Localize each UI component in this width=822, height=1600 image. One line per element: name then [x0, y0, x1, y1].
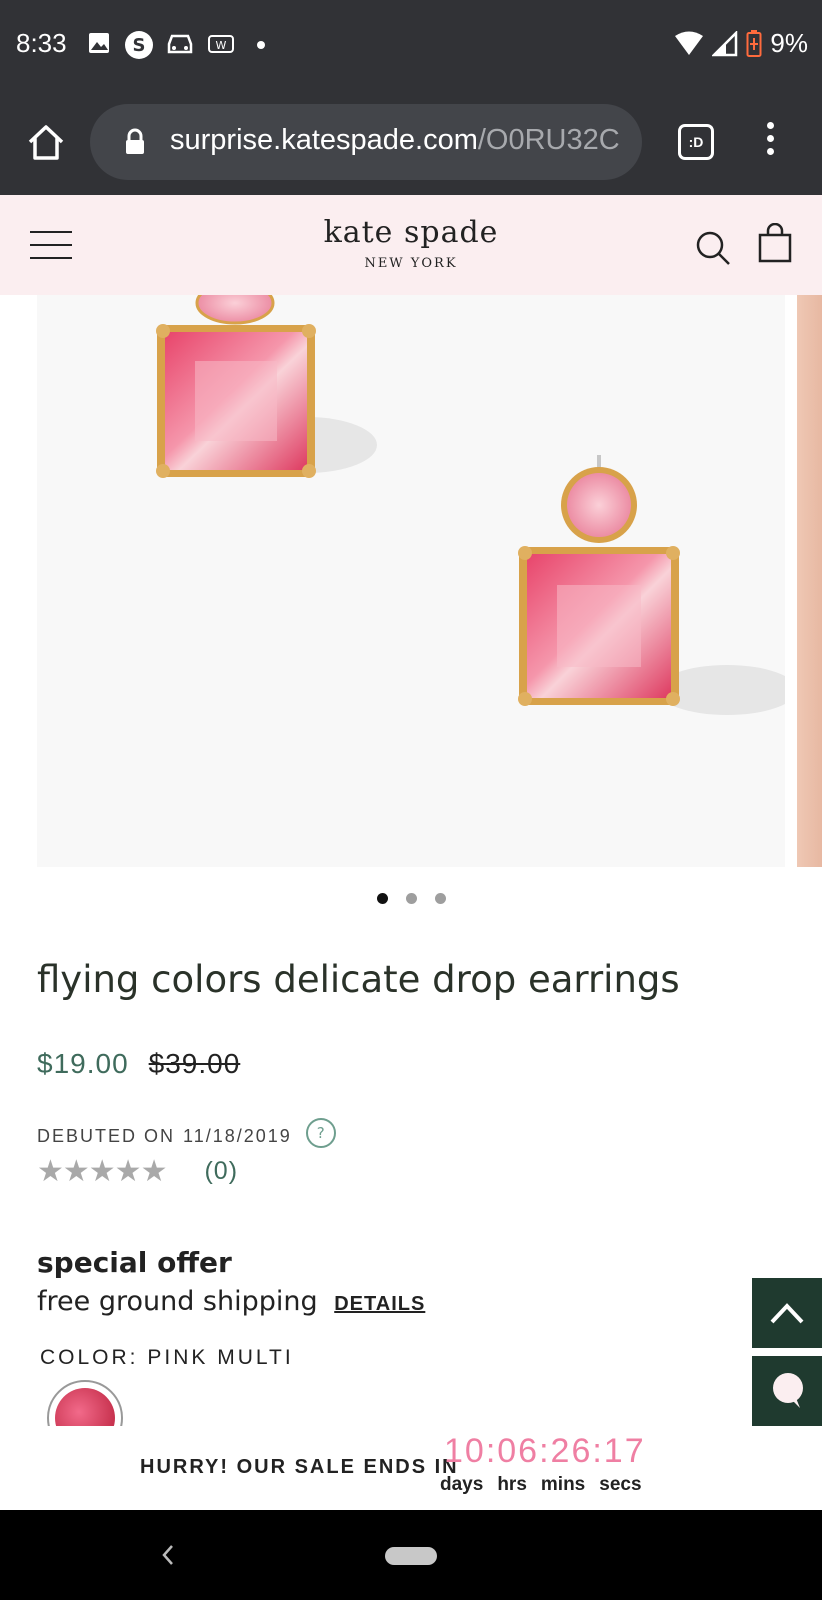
chevron-up-icon — [770, 1303, 804, 1324]
carousel-dot-2[interactable] — [405, 893, 417, 904]
rating-row[interactable]: ★★★★★ (0) — [37, 1154, 238, 1189]
signal-icon — [712, 30, 738, 56]
original-price: $39.00 — [148, 1048, 241, 1079]
tab-switcher-button[interactable]: :D — [678, 124, 714, 160]
countdown-label-secs: secs — [599, 1474, 642, 1495]
url-host: surprise.katespade.com — [170, 124, 478, 156]
svg-text:S: S — [133, 35, 146, 56]
countdown-label-hrs: hrs — [497, 1474, 527, 1495]
dot-icon — [257, 41, 265, 49]
countdown-labels: days hrs mins secs — [440, 1474, 656, 1496]
earrings-illustration — [156, 295, 785, 715]
svg-text:W: W — [216, 39, 227, 52]
offer-title: special offer — [37, 1246, 232, 1279]
sale-countdown: 10:06:26:17 — [444, 1432, 646, 1470]
countdown-label-days: days — [440, 1474, 484, 1495]
help-icon[interactable]: ? — [305, 1118, 336, 1148]
countdown-label-mins: mins — [540, 1474, 586, 1495]
sale-banner-text: HURRY! OUR SALE ENDS IN — [140, 1456, 459, 1478]
price-row: $19.00 $39.00 — [37, 1048, 240, 1080]
chat-button[interactable] — [752, 1356, 822, 1426]
search-icon[interactable] — [694, 229, 732, 267]
debut-date: 11/18/2019 — [183, 1125, 292, 1146]
color-value: PINK MULTI — [147, 1346, 294, 1369]
carousel-dot-3[interactable] — [434, 893, 446, 904]
offer-text: free ground shipping — [37, 1286, 318, 1317]
debut-label: DEBUTED ON — [37, 1125, 176, 1146]
offer-details-link[interactable]: DETAILS — [334, 1293, 425, 1315]
w-icon: W — [208, 35, 234, 53]
back-icon[interactable] — [158, 1540, 178, 1570]
s-icon: S — [125, 31, 153, 59]
sale-banner: HURRY! OUR SALE ENDS IN 10:06:26:17 days… — [0, 1426, 822, 1510]
scroll-to-top-button[interactable] — [752, 1278, 822, 1348]
carousel-dots — [0, 893, 822, 904]
rating-stars: ★★★★★ — [37, 1154, 167, 1189]
car-icon — [167, 34, 193, 54]
chat-icon — [773, 1373, 803, 1408]
color-label: COLOR: — [40, 1346, 139, 1369]
product-title: flying colors delicate drop earrings — [37, 958, 680, 1001]
review-count[interactable]: (0) — [204, 1157, 238, 1186]
status-time: 8:33 — [16, 28, 67, 58]
home-icon[interactable] — [26, 122, 66, 162]
url-text[interactable]: surprise.katespade.com/O0RU32C — [170, 124, 620, 157]
address-bar[interactable]: surprise.katespade.com/O0RU32C — [90, 104, 642, 180]
browser-toolbar: surprise.katespade.com/O0RU32C :D — [0, 92, 822, 195]
image-icon — [89, 33, 109, 53]
site-header: kate spade NEW YORK — [0, 195, 822, 295]
debut-row: DEBUTED ON 11/18/2019 ? — [37, 1118, 336, 1148]
more-menu-icon[interactable] — [760, 122, 780, 162]
color-row: COLOR: PINK MULTI — [40, 1346, 294, 1370]
next-image-peek[interactable] — [797, 295, 822, 867]
status-right: 9% — [674, 28, 808, 59]
lock-icon — [126, 128, 144, 154]
battery-icon — [746, 29, 762, 57]
carousel-dot-1[interactable] — [376, 893, 388, 904]
shopping-bag-icon[interactable] — [758, 223, 792, 263]
sale-price: $19.00 — [37, 1048, 129, 1079]
home-pill-button[interactable] — [385, 1547, 437, 1565]
status-bar: 8:33 S W 9% — [0, 0, 822, 92]
url-path: /O0RU32C — [477, 124, 620, 156]
product-image[interactable] — [37, 295, 785, 867]
offer-row: free ground shipping DETAILS — [37, 1286, 425, 1317]
android-nav-bar — [0, 1510, 822, 1600]
wifi-icon — [675, 31, 704, 55]
battery-percent: 9% — [770, 28, 808, 58]
